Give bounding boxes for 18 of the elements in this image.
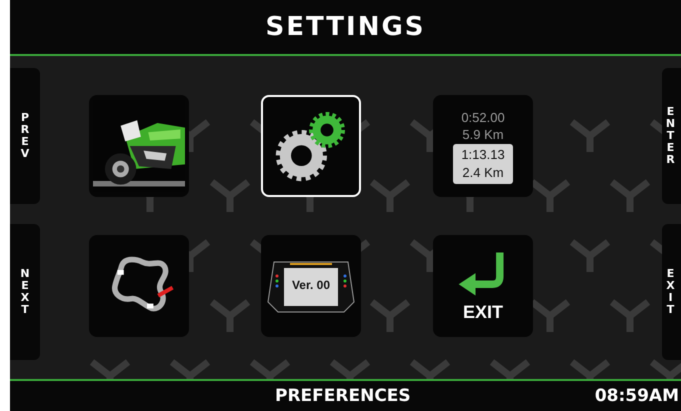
best-lap-text: 2.4 Km [462, 164, 504, 182]
lap-text: 0:52.00 [461, 108, 505, 126]
clock-time: 08:59AM [594, 386, 679, 406]
screen-title: SETTINGS [265, 12, 426, 42]
menu-tile[interactable]: EXIT [433, 235, 533, 337]
menu-tile[interactable] [261, 95, 361, 197]
menu-tile[interactable] [89, 235, 189, 337]
page-label: PREFERENCES [275, 386, 411, 406]
menu-tile[interactable]: 0:52.00 5.9 Km 1:13.13 2.4 Km [433, 95, 533, 197]
menu-tile[interactable]: Ver. 00 [261, 235, 361, 337]
exit-label: EXIT [462, 302, 503, 322]
best-lap-text: 1:13.13 [461, 146, 505, 164]
lap-text: 5.9 Km [462, 126, 504, 142]
side-button[interactable]: EXIT [662, 224, 681, 360]
version-label: Ver. 00 [290, 278, 332, 292]
side-button[interactable]: PREV [10, 68, 40, 204]
side-button[interactable]: NEXT [10, 224, 40, 360]
side-button[interactable]: ENTER [662, 68, 681, 204]
